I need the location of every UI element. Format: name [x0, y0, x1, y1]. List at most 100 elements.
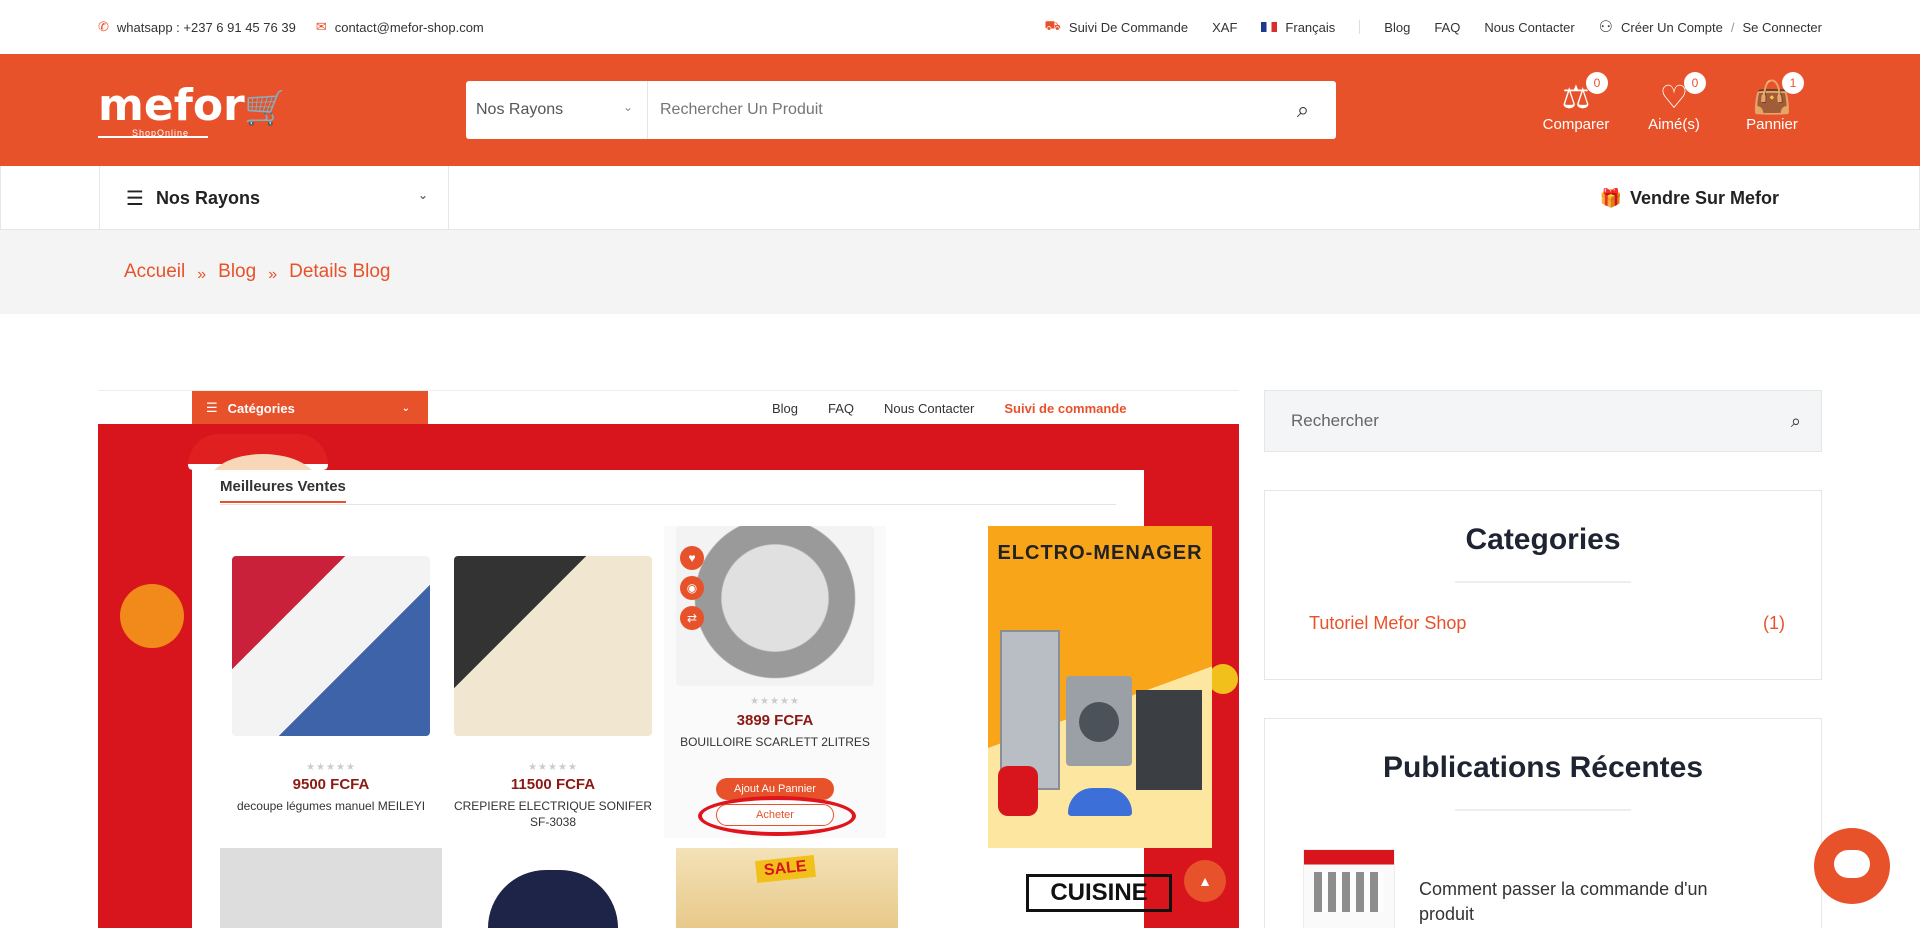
- header-actions: ⚖ 0 Comparer ♡ 0 Aimé(s) 👜 1 Pannier: [1538, 72, 1810, 133]
- category-count: (1): [1763, 613, 1785, 633]
- rayons-select-label: Nos Rayons: [476, 101, 564, 118]
- sidebar-search-placeholder: Rechercher: [1291, 411, 1379, 430]
- product-image: [488, 870, 618, 928]
- wishlist-button[interactable]: ♡ 0 Aimé(s): [1636, 72, 1712, 133]
- chevron-down-icon: ⌄: [622, 100, 633, 114]
- vendre-link[interactable]: 🎁 Vendre Sur Mefor: [1600, 166, 1779, 230]
- menu-icon: ☰: [206, 400, 218, 415]
- product-card-hover: ♥ ◉ ⇄ ★★★★★ 3899 FCFA BOUILLOIRE SCARLET…: [664, 526, 886, 838]
- best-sellers-title: Meilleures Ventes: [220, 478, 346, 503]
- mail-icon: ✉: [315, 19, 327, 34]
- image-nav-suivi: Suivi de commande: [1004, 400, 1127, 416]
- cart-button[interactable]: 👜 1 Pannier: [1734, 72, 1810, 133]
- iron-illustration: [1068, 788, 1132, 816]
- categories-title: Categories: [1465, 523, 1621, 556]
- image-nav: Blog FAQ Nous Contacter Suivi de command…: [772, 391, 1126, 425]
- product-card: ★★★★★ 9500 FCFA decoupe légumes manuel M…: [220, 526, 442, 838]
- electro-banner-title: ELCTRO-MENAGER: [997, 542, 1203, 564]
- gift-icon: 🎁: [1599, 187, 1622, 208]
- product-card: ★★★★★ 11500 FCFA CREPIERE ELECTRIQUE SON…: [442, 526, 664, 838]
- cart-label: Pannier: [1746, 116, 1798, 133]
- top-bar-links: ⛟ Suivi De Commande XAF Français Blog FA…: [1045, 17, 1822, 37]
- rating-stars: ★★★★★: [750, 696, 800, 707]
- language-selector[interactable]: Français: [1261, 20, 1335, 35]
- search-icon[interactable]: ⌕: [1791, 411, 1801, 432]
- chevron-down-icon: ⌄: [417, 188, 428, 202]
- product-image: [454, 556, 652, 736]
- nav-row: ☰ Nos Rayons ⌄ 🎁 Vendre Sur Mefor: [0, 166, 1920, 230]
- image-nav-faq: FAQ: [828, 400, 855, 416]
- logo-underline: [98, 136, 208, 138]
- scroll-to-top-button[interactable]: ▲: [1184, 860, 1226, 902]
- breadcrumb-current: Details Blog: [289, 261, 391, 282]
- blog-link[interactable]: Blog: [1384, 20, 1410, 35]
- best-sellers-panel: Meilleures Ventes ★★★★★ 9500 FCFA decoup…: [192, 470, 1212, 928]
- swap-icon: ⇄: [680, 606, 704, 630]
- image-nav-blog: Blog: [772, 400, 799, 416]
- recent-post-thumbnail: [1303, 849, 1395, 928]
- suivi-link[interactable]: ⛟ Suivi De Commande: [1045, 18, 1189, 36]
- eye-icon: ◉: [680, 576, 704, 600]
- truck-icon: ⛟: [1044, 18, 1061, 33]
- search-input[interactable]: [648, 81, 1270, 139]
- image-nav-contact: Nous Contacter: [884, 400, 975, 416]
- menu-icon: ☰: [126, 187, 144, 210]
- breadcrumb-home[interactable]: Accueil: [124, 261, 185, 283]
- liked-count-badge: 0: [1684, 72, 1706, 94]
- sale-label: SALE: [755, 854, 816, 884]
- heart-icon: ♥: [680, 546, 704, 570]
- compare-button[interactable]: ⚖ 0 Comparer: [1538, 72, 1614, 133]
- product-name: decoupe légumes manuel MEILEYI: [236, 799, 426, 813]
- product-image: [220, 848, 442, 928]
- product-image: [676, 526, 874, 686]
- breadcrumb-separator: »: [268, 266, 278, 283]
- divider: [220, 504, 1116, 505]
- sale-banner: SALE: [676, 848, 898, 928]
- search-bar: Nos Rayons ⌄ ⌕: [466, 81, 1336, 139]
- divider: [1455, 809, 1631, 811]
- logo-cart-icon: 🛒: [244, 89, 287, 127]
- compare-label: Comparer: [1542, 116, 1610, 133]
- email-text: contact@mefor-shop.com: [334, 19, 484, 35]
- contact-link[interactable]: Nous Contacter: [1484, 20, 1574, 35]
- cuisine-label: CUISINE: [1026, 874, 1172, 912]
- recent-post-item[interactable]: Comment passer la commande d'un produit: [1303, 849, 1759, 928]
- washer-illustration: [1066, 676, 1132, 766]
- chevron-down-icon: ⌄: [401, 402, 410, 414]
- image-top-bar: ☰ Catégories ⌄ Blog FAQ Nous Contacter S…: [98, 390, 1239, 425]
- breadcrumb-blog[interactable]: Blog: [218, 261, 256, 283]
- whatsapp-text: whatsapp : +237 6 91 45 76 39: [116, 19, 296, 35]
- language-label: Français: [1285, 19, 1336, 35]
- faq-link[interactable]: FAQ: [1434, 20, 1460, 35]
- create-account-link[interactable]: Créer Un Compte: [1621, 20, 1723, 35]
- categories-widget: Categories Tutoriel Mefor Shop (1): [1264, 490, 1822, 680]
- arrow-up-icon: ▲: [1198, 873, 1212, 889]
- whatsapp-contact[interactable]: ✆ whatsapp : +237 6 91 45 76 39: [98, 19, 296, 35]
- rayons-select[interactable]: Nos Rayons ⌄: [466, 81, 648, 139]
- currency-selector[interactable]: XAF: [1212, 20, 1237, 35]
- highlight-circle: [698, 796, 856, 836]
- category-name: Tutoriel Mefor Shop: [1309, 613, 1467, 633]
- divider: [1359, 20, 1361, 34]
- rating-stars: ★★★★★: [306, 762, 356, 773]
- product-name: CREPIERE ELECTRIQUE SONIFER SF-3038: [453, 799, 653, 829]
- nav-rayons-menu[interactable]: ☰ Nos Rayons ⌄: [99, 166, 449, 230]
- product-price: 11500 FCFA: [510, 776, 596, 793]
- email-contact[interactable]: ✉ contact@mefor-shop.com: [316, 19, 484, 35]
- image-categories-bar: ☰ Catégories ⌄: [192, 391, 428, 425]
- category-item[interactable]: Tutoriel Mefor Shop (1): [1265, 583, 1821, 634]
- sidebar-search-input[interactable]: Rechercher ⌕: [1264, 390, 1822, 452]
- slash-separator: /: [1730, 19, 1735, 35]
- suivi-label: Suivi De Commande: [1068, 19, 1189, 35]
- product-price: 9500 FCFA: [292, 776, 370, 793]
- login-link[interactable]: Se Connecter: [1743, 20, 1823, 35]
- chat-button[interactable]: [1814, 828, 1890, 904]
- rating-stars: ★★★★★: [528, 762, 578, 773]
- search-icon[interactable]: ⌕: [1270, 97, 1336, 123]
- product-price: 3899 FCFA: [736, 712, 814, 729]
- recent-posts-title: Publications Récentes: [1382, 751, 1704, 784]
- main-header: mefor 🛒 ShopOnline Nos Rayons ⌄ ⌕ ⚖ 0 Co…: [0, 54, 1920, 166]
- cart-count-badge: 1: [1782, 72, 1804, 94]
- logo[interactable]: mefor 🛒 ShopOnline: [98, 84, 286, 138]
- vacuum-illustration: [998, 766, 1038, 816]
